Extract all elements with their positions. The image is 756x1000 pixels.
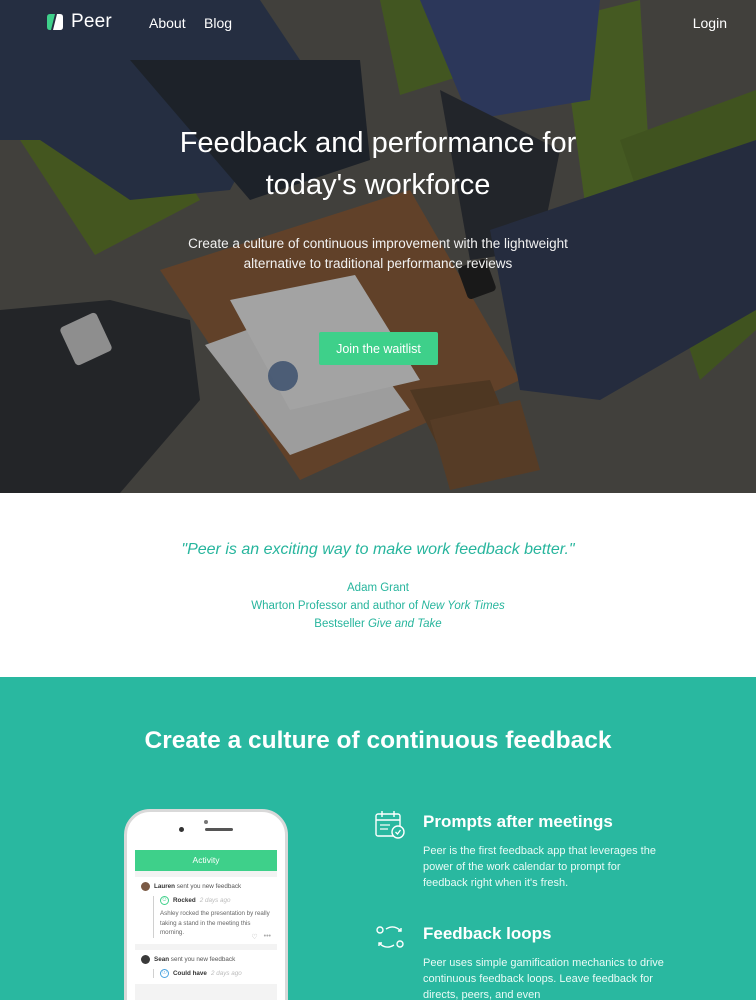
activity-card-summary: Lauren sent you new feedback <box>154 883 241 890</box>
peer-logo[interactable]: Peer <box>45 11 112 33</box>
hero-subtitle-line-2: alternative to traditional performance r… <box>243 256 513 271</box>
card-actions: ♡ ••• <box>251 933 271 941</box>
author-role-publication: New York Times <box>421 600 505 612</box>
join-waitlist-button[interactable]: Join the waitlist <box>319 332 438 365</box>
avatar <box>141 954 150 964</box>
avatar <box>141 882 150 891</box>
author-role-line-2: Bestseller Give and Take <box>0 615 756 633</box>
feedback-tag-line: ☺ Rocked 2 days ago <box>160 896 271 905</box>
sender-name: Sean <box>154 955 170 963</box>
activity-card-body: ☉ Could have 2 days ago <box>153 968 271 978</box>
author-name: Adam Grant <box>347 582 409 594</box>
features-title: Create a culture of continuous feedback <box>144 727 612 754</box>
activity-card-head: Lauren sent you new feedback <box>141 882 271 891</box>
features-section: Create a culture of continuous feedback … <box>0 677 756 1000</box>
feedback-time: 2 days ago <box>199 897 231 904</box>
nav-link-blog[interactable]: Blog <box>204 15 232 31</box>
phone-sensor <box>179 827 184 832</box>
peer-logo-icon <box>47 14 63 30</box>
loop-icon <box>376 926 404 948</box>
activity-card-summary: Sean sent you new feedback <box>154 956 235 963</box>
sender-name: Lauren <box>154 883 175 890</box>
could-have-tag-icon: ☉ <box>160 968 169 978</box>
feature-title: Feedback loops <box>423 924 552 943</box>
hero-section: Peer About Blog Login Feedback and perfo… <box>0 0 756 493</box>
calendar-icon <box>375 811 405 839</box>
activity-header: Activity <box>135 850 277 871</box>
nav-link-about[interactable]: About <box>149 15 186 31</box>
hero-title: Feedback and performance for today's wor… <box>0 122 756 206</box>
testimonial-author: Adam Grant Wharton Professor and author … <box>0 579 756 633</box>
author-book-title: Give and Take <box>367 618 442 630</box>
phone-screen: Activity Lauren sent you new feedback ☺ … <box>135 850 277 1000</box>
feedback-time: 2 days ago <box>210 969 242 977</box>
activity-action: sent you new feedback <box>169 955 236 963</box>
feedback-tag-line: ☉ Could have 2 days ago <box>160 968 271 978</box>
more-icon[interactable]: ••• <box>264 933 271 941</box>
feedback-tag: Rocked <box>173 897 196 904</box>
activity-card-head: Sean sent you new feedback <box>141 954 271 964</box>
author-role-prefix: Wharton Professor and author of <box>251 600 422 612</box>
activity-card[interactable]: Lauren sent you new feedback ☺ Rocked 2 … <box>135 877 277 944</box>
hero-title-line-1: Feedback and performance for <box>179 127 577 159</box>
rocked-tag-icon: ☺ <box>160 896 169 905</box>
hero-title-line-2: today's workforce <box>265 169 491 201</box>
phone-speaker <box>205 828 233 831</box>
nav-link-login[interactable]: Login <box>693 15 727 31</box>
author-role-line-1: Wharton Professor and author of New York… <box>0 597 756 615</box>
heart-icon[interactable]: ♡ <box>251 933 257 941</box>
feature-title: Prompts after meetings <box>423 812 613 831</box>
logo-text: Peer <box>71 11 112 32</box>
feature-description: Peer is the first feedback app that leve… <box>423 845 656 889</box>
activity-card-body: ☺ Rocked 2 days ago Ashley rocked the pr… <box>153 896 271 938</box>
top-nav: Peer About Blog Login <box>0 0 756 46</box>
feature-description: Peer uses simple gamification mechanics … <box>423 957 664 1000</box>
testimonial-section: "Peer is an exciting way to make work fe… <box>0 493 756 677</box>
activity-card[interactable]: Sean sent you new feedback ☉ Could have … <box>135 949 277 984</box>
phone-mockup: Activity Lauren sent you new feedback ☺ … <box>124 809 288 1000</box>
phone-camera <box>204 820 208 824</box>
hero-subtitle-line-1: Create a culture of continuous improveme… <box>188 236 568 251</box>
testimonial-quote: "Peer is an exciting way to make work fe… <box>181 541 575 558</box>
feedback-tag: Could have <box>173 969 207 977</box>
activity-action: sent you new feedback <box>175 883 242 890</box>
author-role2-prefix: Bestseller <box>314 618 368 630</box>
hero-subtitle: Create a culture of continuous improveme… <box>168 234 588 274</box>
